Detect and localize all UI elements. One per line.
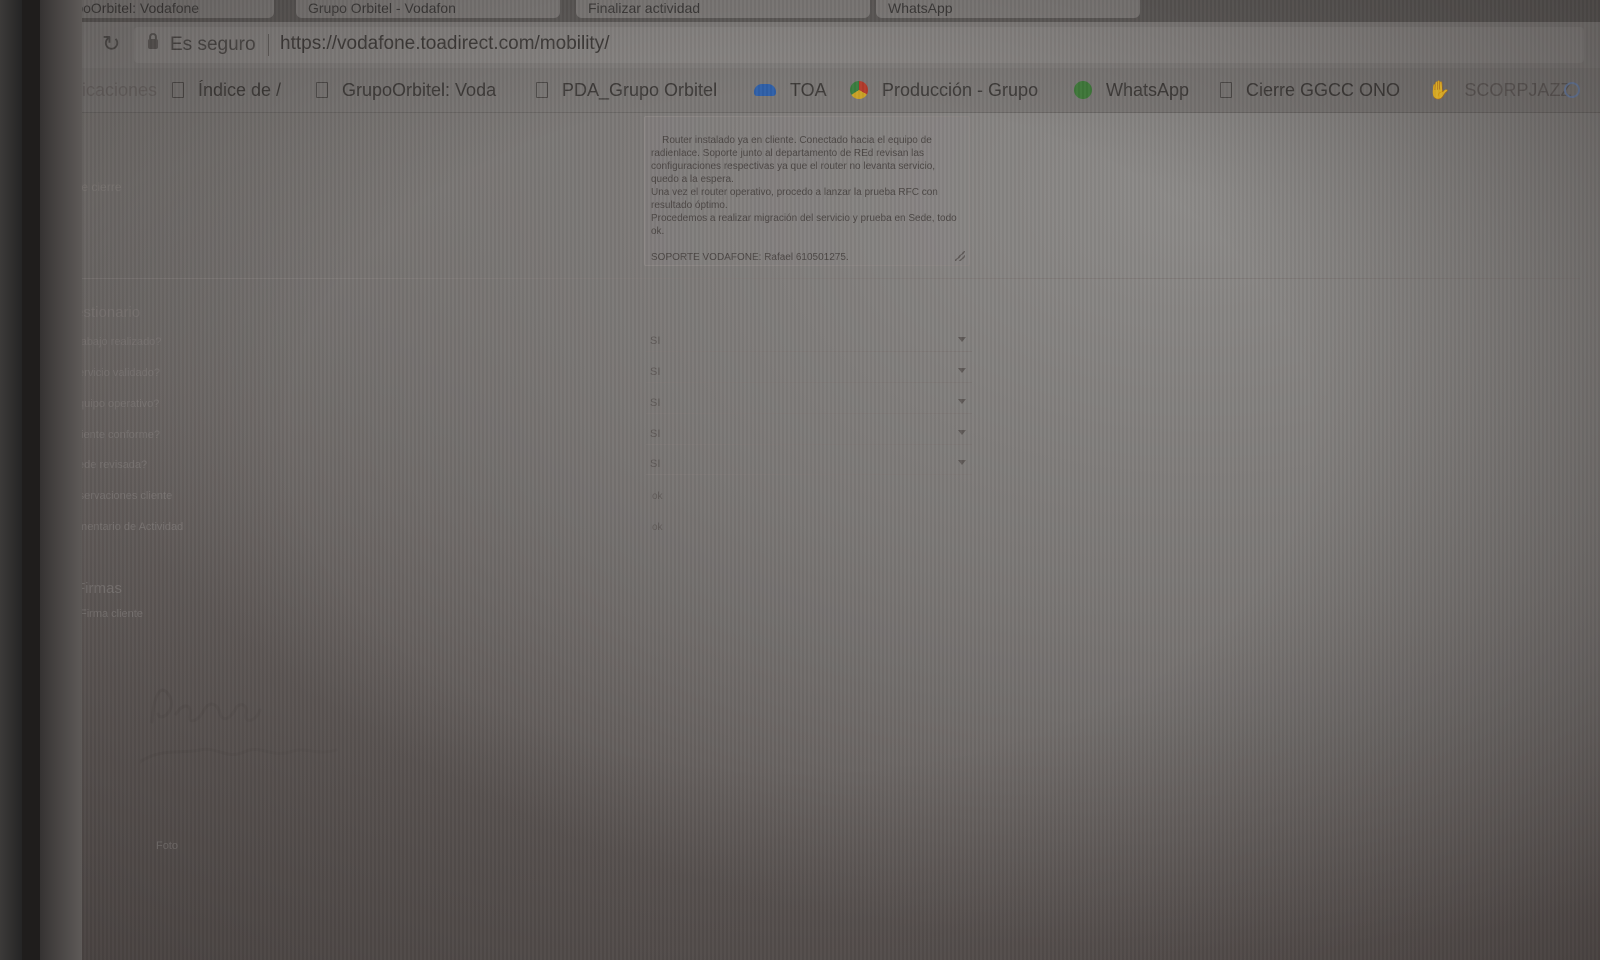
page-icon	[536, 82, 548, 98]
signer-label: Firma cliente	[80, 608, 143, 620]
closing-notes-text: Router instalado ya en cliente. Conectad…	[651, 135, 957, 263]
overflow-icon	[1564, 82, 1580, 98]
bookmark-label: GrupoOrbitel: Voda	[342, 79, 497, 100]
signature-image	[140, 688, 338, 764]
chevron-down-icon	[958, 399, 966, 404]
omnibox-divider	[268, 34, 269, 56]
question-text-value[interactable]: ok	[652, 522, 663, 533]
bookmarks-bar: Aplicaciones Índice de / GrupoOrbitel: V…	[40, 68, 1600, 113]
page-icon	[172, 82, 184, 98]
monitor-bezel-inner	[22, 0, 40, 960]
question-select[interactable]: SI	[646, 423, 972, 445]
bookmark-label: SCORPJAZZ	[1464, 79, 1572, 100]
bookmark-toa[interactable]: TOA	[754, 78, 827, 102]
question-text-value[interactable]: ok	[652, 491, 663, 502]
question-value: SI	[650, 428, 661, 440]
tab-label: Grupo Orbitel - Vodafon	[308, 0, 456, 16]
section-divider	[60, 278, 1580, 279]
bookmark-label: Producción - Grupo	[882, 79, 1039, 100]
question-value: SI	[650, 335, 661, 347]
question-select[interactable]: SI	[646, 330, 972, 352]
chrome-icon	[850, 81, 868, 99]
chevron-down-icon	[958, 368, 966, 373]
chevron-down-icon	[958, 337, 966, 342]
tab-grupo-orbitel-vodafone[interactable]: Grupo Orbitel - Vodafon	[296, 0, 560, 18]
chevron-down-icon	[958, 430, 966, 435]
chevron-down-icon	[958, 460, 966, 465]
browser-toolbar: ↻ Es seguro https://vodafone.toadirect.c…	[40, 22, 1600, 68]
question-select[interactable]: SI	[646, 392, 972, 414]
page-icon	[1220, 82, 1232, 98]
monitor-bezel	[0, 0, 82, 960]
cloud-icon	[754, 84, 776, 96]
address-bar[interactable]: Es seguro https://vodafone.toadirect.com…	[134, 27, 1584, 63]
bookmark-grupoorbitel[interactable]: GrupoOrbitel: Voda	[316, 78, 496, 102]
signatures-title: Firmas	[76, 580, 122, 597]
question-value: SI	[650, 397, 661, 409]
question-value: SI	[650, 366, 661, 378]
tab-whatsapp[interactable]: WhatsApp	[876, 0, 1140, 18]
bookmark-scorpjazz[interactable]: ✋ SCORPJAZZ	[1428, 78, 1571, 102]
tab-label: WhatsApp	[888, 0, 953, 16]
photo-label: Foto	[156, 840, 179, 852]
bookmark-label: Índice de /	[198, 79, 282, 100]
bookmark-label: Cierre GGCC ONO	[1246, 79, 1401, 100]
whatsapp-icon	[1074, 81, 1092, 99]
bookmark-label: TOA	[790, 79, 827, 100]
bookmark-cierre-ggcc-ono[interactable]: Cierre GGCC ONO	[1220, 78, 1400, 102]
url-text[interactable]: https://vodafone.toadirect.com/mobility/	[280, 33, 610, 55]
lock-icon	[148, 33, 158, 49]
tab-label: Finalizar actividad	[588, 0, 701, 16]
closing-notes-textarea[interactable]: Router instalado ya en cliente. Conectad…	[644, 116, 970, 266]
bookmark-label: WhatsApp	[1106, 79, 1190, 100]
question-select[interactable]: SI	[646, 453, 972, 475]
reload-icon[interactable]: ↻	[102, 33, 122, 55]
browser-tab-strip: GrupoOrbitel: Vodafone Grupo Orbitel - V…	[40, 0, 1600, 22]
question-select[interactable]: SI	[646, 361, 972, 383]
bookmark-label: PDA_Grupo Orbitel	[562, 79, 718, 100]
page-icon	[316, 82, 328, 98]
bookmark-whatsapp[interactable]: WhatsApp	[1074, 78, 1189, 102]
bookmark-indice[interactable]: Índice de /	[172, 78, 281, 102]
page-content: Nota de cierre Router instalado ya en cl…	[40, 112, 1600, 960]
resize-handle-icon[interactable]	[955, 251, 965, 261]
question-value: SI	[650, 458, 661, 470]
bookmark-overflow[interactable]	[1564, 78, 1580, 102]
tab-finalizar-actividad[interactable]: Finalizar actividad	[576, 0, 870, 18]
bookmark-pda-grupo-orbitel[interactable]: PDA_Grupo Orbitel	[536, 78, 717, 102]
bookmark-produccion[interactable]: Producción - Grupo	[850, 78, 1038, 102]
hand-icon: ✋	[1428, 79, 1451, 100]
secure-label[interactable]: Es seguro	[170, 34, 256, 56]
